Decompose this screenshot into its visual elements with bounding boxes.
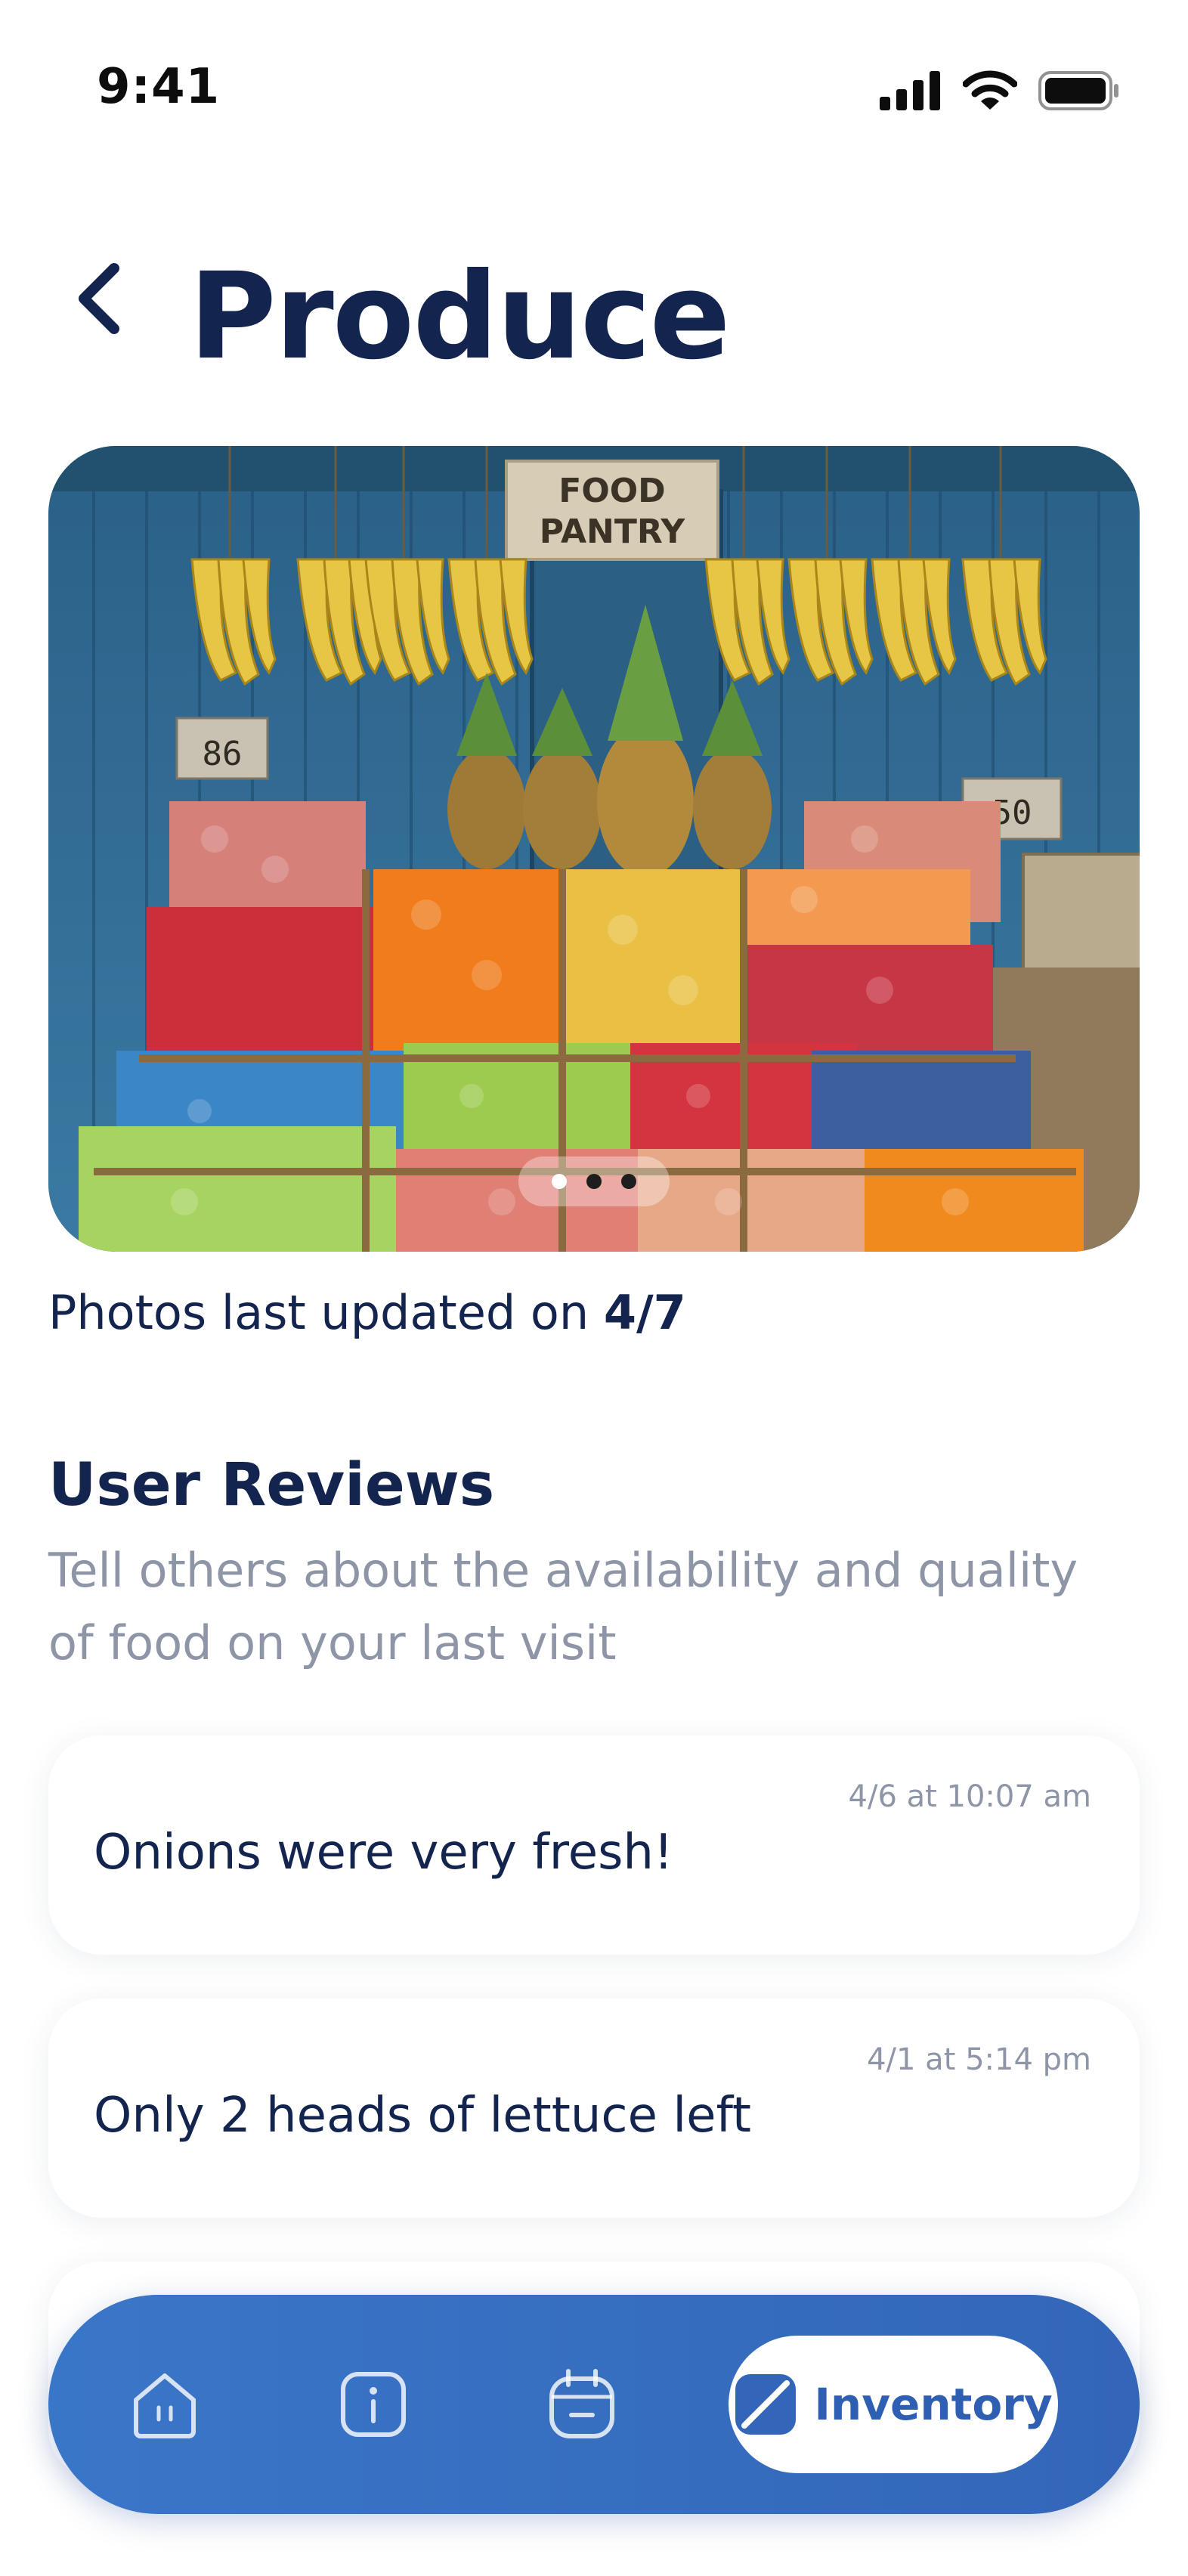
carousel-dot-3[interactable]: [621, 1174, 636, 1189]
produce-photo: FOOD PANTRY 86 50: [48, 446, 1140, 1252]
produce-photo-carousel[interactable]: FOOD PANTRY 86 50: [48, 446, 1140, 1252]
status-icons: [880, 68, 1120, 113]
back-button[interactable]: [60, 261, 136, 336]
reviews-title: User Reviews: [48, 1451, 495, 1519]
page-title: Produce: [189, 247, 731, 386]
review-date: 4/1 at 5:14 pm: [867, 2042, 1091, 2077]
cellular-signal-icon: [880, 71, 940, 110]
pantry-sign-line1: FOOD: [558, 472, 665, 510]
pantry-sign-line2: PANTRY: [540, 512, 686, 551]
nav-inventory-button[interactable]: Inventory: [729, 2336, 1058, 2473]
carousel-indicator[interactable]: [518, 1156, 670, 1206]
calendar-icon: [549, 2369, 614, 2438]
price-tag-left: 86: [203, 735, 243, 773]
review-text: Onions were very fresh!: [94, 1825, 673, 1881]
nav-info-button[interactable]: [336, 2367, 411, 2442]
battery-icon: [1038, 71, 1118, 110]
status-time: 9:41: [97, 59, 221, 115]
photo-updated-text: Photos last updated on 4/7: [48, 1285, 686, 1340]
carousel-dot-2[interactable]: [586, 1174, 602, 1189]
wifi-icon: [963, 70, 1017, 110]
photo-updated-date: 4/7: [603, 1285, 686, 1340]
nav-home-button[interactable]: [127, 2367, 203, 2442]
review-card[interactable]: 4/1 at 5:14 pm Only 2 heads of lettuce l…: [48, 1999, 1140, 2218]
review-date: 4/6 at 10:07 am: [848, 1779, 1091, 1814]
nav-calendar-button[interactable]: [544, 2367, 620, 2442]
bottom-nav: Inventory: [48, 2295, 1140, 2514]
nav-inventory-label: Inventory: [814, 2379, 1053, 2430]
review-card[interactable]: 4/6 at 10:07 am Onions were very fresh!: [48, 1735, 1140, 1955]
photo-updated-prefix: Photos last updated on: [48, 1285, 604, 1340]
info-icon: [341, 2372, 406, 2437]
chevron-left-icon: [79, 263, 119, 334]
status-bar: 9:41: [0, 0, 1188, 174]
home-icon: [134, 2373, 196, 2438]
reviews-subtitle: Tell others about the availability and q…: [48, 1543, 1078, 1670]
inventory-icon: [735, 2374, 797, 2435]
review-text: Only 2 heads of lettuce left: [94, 2088, 751, 2144]
carousel-dot-1[interactable]: [552, 1174, 567, 1189]
